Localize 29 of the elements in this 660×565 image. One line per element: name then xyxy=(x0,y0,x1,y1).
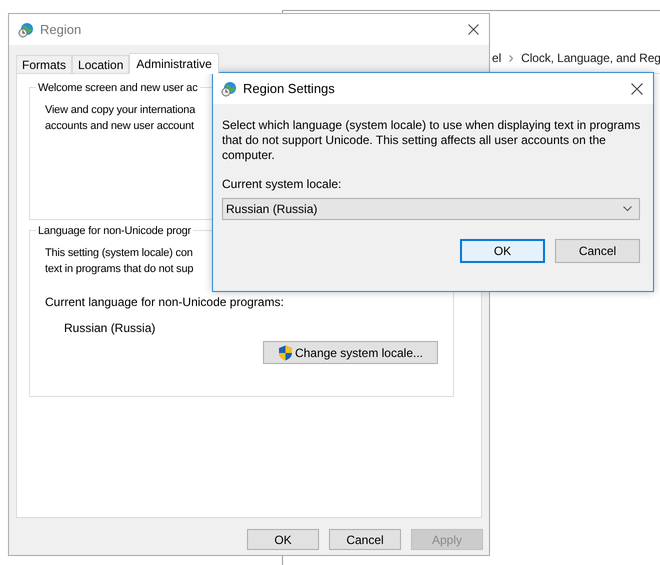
close-icon[interactable] xyxy=(468,24,479,35)
breadcrumb-item[interactable]: Clock, Language, and Reg xyxy=(521,49,660,67)
locale-dropdown[interactable]: Russian (Russia) xyxy=(222,198,640,220)
shield-icon xyxy=(278,344,293,360)
dialog-button[interactable]: Cancel xyxy=(329,529,401,550)
tab[interactable]: Formats xyxy=(16,55,72,73)
description-line: View and copy your internationa xyxy=(45,103,196,118)
group-title: Language for non-Unicode progr xyxy=(36,223,194,240)
description-line: accounts and new user account xyxy=(45,119,194,134)
chevron-right-icon xyxy=(509,54,514,62)
change-locale-button[interactable]: Change system locale... xyxy=(262,341,438,364)
locale-label: Current system locale: xyxy=(222,176,342,193)
chevron-down-icon xyxy=(623,206,632,212)
description-line: This setting (system locale) con xyxy=(45,246,193,261)
dialog-description: Select which language (system locale) to use when displaying text in programs that do not support Unicode. This setting affects all user accounts on the computer. xyxy=(222,118,642,163)
globe-icon xyxy=(18,22,34,38)
window-title: Region xyxy=(40,20,82,39)
dialog-button[interactable]: OK xyxy=(247,529,319,550)
current-language-label: Current language for non-Unicode programs: xyxy=(45,294,285,311)
globe-icon xyxy=(221,80,237,96)
current-language-value: Russian (Russia) xyxy=(64,320,156,337)
dialog-button[interactable]: OK xyxy=(460,239,545,263)
tab[interactable]: Location xyxy=(72,55,130,73)
close-icon[interactable] xyxy=(631,82,643,94)
dialog-button[interactable]: Cancel xyxy=(555,239,640,263)
dialog-title: Region Settings xyxy=(243,80,336,98)
description-line: text in programs that do not sup xyxy=(45,262,194,277)
breadcrumb-item[interactable]: el xyxy=(492,49,502,67)
tab[interactable]: Administrative xyxy=(129,53,219,74)
